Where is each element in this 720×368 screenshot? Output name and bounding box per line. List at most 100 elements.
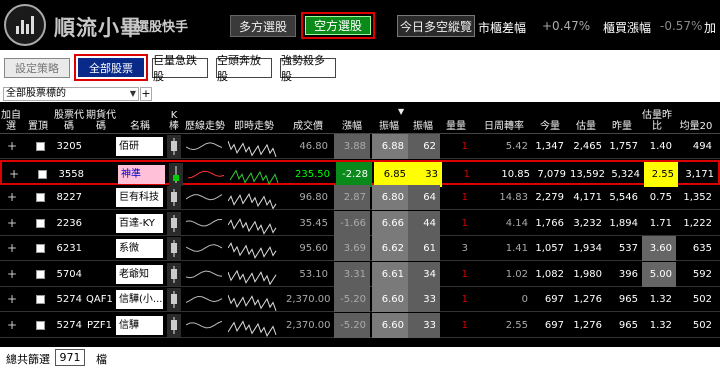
futures-code-cell xyxy=(86,211,116,236)
add-watch-icon[interactable]: + xyxy=(6,162,22,187)
col-price[interactable]: 成交價 xyxy=(286,104,330,134)
price-cell: 35.45 xyxy=(299,217,328,229)
table-row[interactable]: + 佰研 3205 46.80 3.88 6.88 62 1 5.42 1,347 2,465 1,7… xyxy=(0,134,720,159)
tab-volume-drop[interactable]: 巨量急跌股 xyxy=(152,54,208,83)
add-watch-icon[interactable]: + xyxy=(4,313,20,338)
stock-name[interactable]: 佰研 xyxy=(116,137,163,156)
kbar-icon xyxy=(167,211,181,235)
history-sparkline xyxy=(186,142,223,151)
stock-name[interactable]: 信驊 xyxy=(116,315,163,335)
stock-name[interactable]: 信驊(小... xyxy=(116,290,163,309)
pin-top-checkbox[interactable] xyxy=(36,320,45,330)
pin-top-checkbox[interactable] xyxy=(36,142,45,151)
col-avg20[interactable]: 均量20 xyxy=(676,104,716,134)
total-label: 總共篩選 xyxy=(6,353,50,366)
change-cell: -2.28 xyxy=(336,161,372,187)
stock-name[interactable]: 神準 xyxy=(118,164,165,184)
add-watch-icon[interactable]: + xyxy=(4,185,20,210)
amplitude-2-cell: 33 xyxy=(410,161,442,187)
kbar-icon xyxy=(167,186,181,209)
table-row[interactable]: + 百達-KY 2236 35.45 -1.66 6.66 44 1 4.14 1,766 3,23… xyxy=(0,210,720,236)
short-mode-button[interactable]: 空方選股 xyxy=(305,16,371,35)
avg20-cell: 592 xyxy=(692,268,712,280)
est-volume-cell: 4,171 xyxy=(573,192,602,203)
yest-volume-cell: 5,546 xyxy=(609,192,638,203)
col-est-volume[interactable]: 估量 xyxy=(568,104,604,134)
pin-top-checkbox[interactable] xyxy=(36,295,45,304)
est-volume-cell: 3,232 xyxy=(573,217,602,229)
col-change[interactable]: 漲幅 xyxy=(336,104,368,134)
amplitude-1-cell: 6.85 xyxy=(374,161,410,187)
realtime-sparkline xyxy=(228,192,277,209)
volume-count-cell: 3 xyxy=(461,243,468,254)
add-watch-icon[interactable]: + xyxy=(4,236,20,261)
table-row[interactable]: + 信驊(小... 5274 QAF1 2,370.00 -5.20 6.60 33 1 0 697… xyxy=(0,287,720,312)
pin-top-checkbox[interactable] xyxy=(36,244,45,253)
amplitude-1-cell: 6.61 xyxy=(372,261,408,287)
col-pin-top[interactable]: 置頂 xyxy=(28,104,48,134)
today-volume-cell: 1,347 xyxy=(535,141,564,152)
today-volume-cell: 697 xyxy=(544,294,564,305)
col-est-ratio[interactable]: 估量昨比 xyxy=(640,104,674,134)
table-row[interactable]: + 信驊 5274 PZF1 2,370.00 -5.20 6.60 33 1 2.55 697 1,… xyxy=(0,312,720,338)
stock-name[interactable]: 系微 xyxy=(116,239,163,258)
stock-name[interactable]: 老爺知 xyxy=(116,264,163,284)
pin-top-checkbox[interactable] xyxy=(38,169,47,179)
futures-code-cell xyxy=(86,262,116,287)
col-futures-code[interactable]: 期貨代碼 xyxy=(86,104,116,134)
yest-volume-cell: 1,757 xyxy=(609,141,638,152)
kbar-icon xyxy=(169,162,183,186)
futures-code-cell xyxy=(88,162,118,187)
amplitude-1-cell: 6.62 xyxy=(372,236,408,261)
table-row[interactable]: + 老爺知 5704 53.10 3.31 6.61 34 1 1.02 1,082 1,980 39… xyxy=(0,261,720,287)
add-watch-icon[interactable]: + xyxy=(4,287,20,312)
stock-name[interactable]: 巨有科技 xyxy=(116,188,163,207)
stock-code-cell: 2236 xyxy=(56,217,82,229)
today-overview-button[interactable]: 今日多空縱覽 xyxy=(397,15,475,37)
pin-top-checkbox[interactable] xyxy=(36,193,45,202)
pin-top-checkbox[interactable] xyxy=(36,269,45,279)
col-realtime-trend[interactable]: 即時走勢 xyxy=(228,104,280,134)
add-watch-icon[interactable]: + xyxy=(4,211,20,236)
app-header: 順流小畢 選股快手 多方選股 空方選股 今日多空縱覽 市櫃差幅 +0.47% 櫃… xyxy=(0,0,720,50)
col-turnover[interactable]: 日周轉率 xyxy=(476,104,532,134)
futures-code-cell xyxy=(86,236,116,261)
amplitude-1-cell: 6.60 xyxy=(372,312,408,338)
col-amplitude-1[interactable]: 振幅 ▼ xyxy=(370,104,408,134)
col-volume-count[interactable]: 量量 xyxy=(442,104,470,134)
long-mode-button[interactable]: 多方選股 xyxy=(230,15,296,37)
yest-volume-cell: 965 xyxy=(618,319,638,331)
col-amplitude-2[interactable]: 振幅 xyxy=(408,104,438,134)
amplitude-2-cell: 61 xyxy=(408,236,440,261)
add-watch-icon[interactable]: + xyxy=(4,134,20,159)
tab-bear-run[interactable]: 空頭奔放股 xyxy=(216,54,272,83)
amplitude-1-cell: 6.80 xyxy=(372,185,408,210)
col-add-watch[interactable]: 加自選 xyxy=(0,104,22,134)
strategy-button[interactable]: 設定策略 xyxy=(4,58,70,78)
chevron-down-icon: ▼ xyxy=(129,89,136,98)
filter-add-button[interactable]: + xyxy=(140,87,152,101)
realtime-sparkline xyxy=(228,140,277,157)
col-name[interactable]: 名稱 xyxy=(118,104,162,134)
est-ratio-cell: 0.75 xyxy=(649,192,672,203)
tab-all-stocks[interactable]: 全部股票 xyxy=(78,58,144,77)
tab-strong-kill[interactable]: 強勢殺多股 xyxy=(280,54,336,83)
col-stock-code[interactable]: 股票代碼 xyxy=(54,104,84,134)
table-row[interactable]: + 系微 6231 95.60 3.69 6.62 61 3 1.41 1,057 1,934 537… xyxy=(0,236,720,261)
table-row[interactable]: + 巨有科技 8227 96.80 2.87 6.80 64 1 14.83 2,279 4,171… xyxy=(0,185,720,210)
kbar-icon xyxy=(167,237,181,260)
history-sparkline xyxy=(186,194,223,201)
amplitude-2-cell: 34 xyxy=(408,261,440,287)
col-history-trend[interactable]: 歷線走勢 xyxy=(184,104,226,134)
kbar-icon xyxy=(167,262,181,286)
today-volume-cell: 1,766 xyxy=(535,217,564,229)
col-yest-volume[interactable]: 昨量 xyxy=(604,104,640,134)
stock-filter-select[interactable]: 全部股票標的 ▼ xyxy=(3,87,139,101)
price-cell: 53.10 xyxy=(299,268,328,280)
col-kbar[interactable]: K棒 xyxy=(166,104,182,134)
pin-top-checkbox[interactable] xyxy=(36,218,45,228)
stock-name[interactable]: 百達-KY xyxy=(116,213,163,233)
col-today-volume[interactable]: 今量 xyxy=(532,104,568,134)
add-watch-icon[interactable]: + xyxy=(4,262,20,287)
table-row[interactable]: + 神準 3558 235.50 -2.28 6.85 33 1 10.85 7,079 13,59… xyxy=(0,159,720,187)
